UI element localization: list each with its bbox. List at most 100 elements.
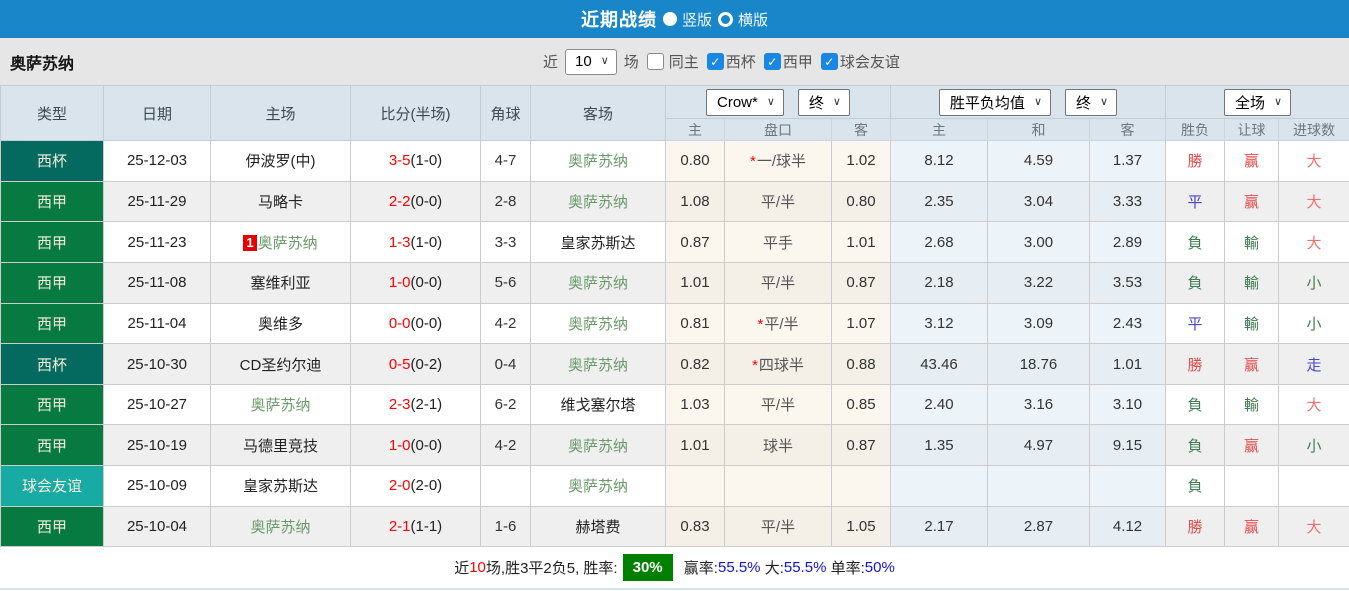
match-date-cell: 25-10-09 [103, 465, 211, 507]
filter-bar: 奥萨苏纳 近 10 场 同主✓西杯✓西甲✓球会友谊 [0, 38, 1349, 85]
halftime-score: (2-0) [410, 477, 443, 495]
home-team-name: 皇家苏斯达 [242, 478, 318, 496]
fulltime-score: 3-5 [388, 152, 411, 170]
checkbox-label-west-cup[interactable]: 西杯 [726, 51, 756, 72]
handicap-text: 平手 [762, 234, 793, 252]
checkbox-label-club-friendly[interactable]: 球会友谊 [840, 51, 900, 72]
handicap-text: 一/球半 [756, 153, 806, 171]
avg-source-select[interactable]: 胜平负均值 [938, 88, 1051, 116]
chevron-down-icon [1274, 97, 1282, 108]
result-handicap-cell: 赢 [1224, 505, 1279, 548]
fulltime-score: 2-0 [388, 477, 411, 495]
summary-segment: 55.5% [717, 559, 761, 577]
rank-badge: 1 [243, 234, 257, 251]
recent-count-select[interactable]: 10 [565, 48, 617, 75]
checkbox-same-home[interactable] [646, 53, 664, 70]
score-cell: 2-3(2-1) [350, 383, 481, 426]
table-row: 西甲 25-11-29 马略卡 2-2(0-0) 2-8 奥萨苏纳 1.08 平… [0, 180, 1349, 223]
result-handicap-cell: 赢 [1224, 140, 1279, 182]
table-row: 西甲 25-10-19 马德里竞技 1-0(0-0) 4-2 奥萨苏纳 1.01… [0, 424, 1349, 467]
odds-provider-select[interactable]: Crow* [706, 88, 784, 116]
radio-vertical-label[interactable]: 竖版 [682, 9, 712, 30]
odds-away-cell: 0.87 [831, 261, 891, 304]
checkbox-west-cup[interactable]: ✓ [706, 53, 724, 70]
result-outcome-cell: 勝 [1165, 343, 1225, 385]
halftime-score: (1-0) [410, 233, 443, 251]
away-team-cell: 奥萨苏纳 [530, 302, 666, 345]
odds-group-header: Crow* 终 [665, 85, 891, 119]
result-outcome-cell: 勝 [1165, 505, 1225, 548]
handicap-cell: 平/半 [724, 505, 832, 548]
checkbox-label-same-home[interactable]: 同主 [669, 51, 699, 72]
filters: 近 10 场 同主✓西杯✓西甲✓球会友谊 [543, 48, 900, 75]
home-team-cell: 奥萨苏纳 [210, 383, 351, 426]
star-icon: * [749, 153, 756, 171]
avg-away-cell: 3.53 [1089, 261, 1166, 304]
result-goals-cell: 小 [1277, 424, 1349, 467]
odds-home-cell: 1.03 [665, 383, 725, 426]
chevron-down-icon [833, 97, 841, 108]
summary-segment: 大: [760, 560, 784, 578]
col-score: 比分(半场) [350, 85, 481, 141]
odds-away-cell [831, 465, 891, 507]
radio-horizontal-layout[interactable] [718, 11, 733, 27]
avg-away-cell: 2.43 [1089, 302, 1166, 345]
subcol-handicap-result: 让球 [1224, 118, 1279, 141]
table-row: 球会友谊 25-10-09 皇家苏斯达 2-0(2-0) 奥萨苏纳 負 [0, 465, 1349, 507]
radio-vertical-layout[interactable] [662, 12, 677, 26]
handicap-cell: *平/半 [724, 302, 832, 345]
avg-home-cell: 2.40 [890, 383, 988, 426]
home-team-name: 奥萨苏纳 [250, 519, 311, 537]
odds-home-cell: 0.81 [665, 302, 725, 345]
avg-draw-cell: 3.09 [987, 302, 1090, 345]
checkbox-label-la-liga[interactable]: 西甲 [783, 51, 813, 72]
away-team-cell: 维戈塞尔塔 [530, 383, 666, 426]
home-team-name: 奥萨苏纳 [250, 397, 311, 415]
avg-stage-select[interactable]: 终 [1065, 88, 1118, 116]
scope-select[interactable]: 全场 [1223, 88, 1292, 116]
result-handicap-cell: 輸 [1224, 221, 1279, 263]
away-team-name: 奥萨苏纳 [567, 153, 628, 171]
match-type-cell: 球会友谊 [0, 465, 104, 507]
results-tbody: 西杯 25-12-03 伊波罗(中) 3-5(1-0) 4-7 奥萨苏纳 0.8… [0, 140, 1349, 548]
avg-away-cell: 9.15 [1089, 424, 1166, 467]
away-team-name: 奥萨苏纳 [567, 275, 628, 293]
avg-draw-cell: 3.22 [987, 261, 1090, 304]
handicap-cell: 平/半 [724, 383, 832, 426]
match-date-cell: 25-11-04 [103, 302, 211, 345]
home-team-name: 塞维利亚 [250, 275, 311, 293]
home-team-cell: 塞维利亚 [210, 261, 351, 304]
result-goals-cell: 大 [1277, 180, 1349, 223]
subcol-outcome: 胜负 [1165, 118, 1225, 141]
avg-home-cell [890, 465, 988, 507]
away-team-name: 奥萨苏纳 [567, 437, 628, 455]
scope-group-header: 全场 [1164, 85, 1349, 119]
home-team-cell: 马略卡 [210, 180, 351, 223]
avg-draw-cell: 4.97 [987, 424, 1090, 467]
odds-away-cell: 1.01 [831, 221, 891, 263]
avg-away-cell: 4.12 [1089, 505, 1166, 548]
radio-horizontal-label[interactable]: 横版 [738, 9, 768, 30]
summary-segment: 近 [454, 560, 470, 578]
match-date-cell: 25-11-29 [103, 180, 211, 223]
avg-group-header: 胜平负均值 终 [890, 85, 1166, 119]
handicap-cell: *四球半 [724, 343, 832, 385]
odds-stage-select[interactable]: 终 [797, 88, 850, 116]
avg-away-cell: 2.89 [1089, 221, 1166, 263]
subcol-avg-away: 客 [1089, 118, 1166, 141]
score-cell: 3-5(1-0) [350, 140, 481, 182]
match-type-cell: 西甲 [0, 383, 104, 426]
match-type-cell: 西杯 [0, 140, 104, 182]
home-team-cell: CD圣约尔迪 [210, 343, 351, 385]
avg-home-cell: 2.68 [890, 221, 988, 263]
avg-draw-cell: 3.16 [987, 383, 1090, 426]
handicap-cell: 平/半 [724, 261, 832, 304]
result-outcome-cell: 負 [1165, 465, 1225, 507]
corner-cell: 3-3 [480, 221, 531, 263]
result-goals-cell [1277, 465, 1349, 507]
checkbox-club-friendly[interactable]: ✓ [820, 53, 838, 70]
avg-home-cell: 1.35 [890, 424, 988, 467]
result-outcome-cell: 勝 [1165, 140, 1225, 182]
odds-home-cell: 0.87 [665, 221, 725, 263]
checkbox-la-liga[interactable]: ✓ [763, 53, 781, 70]
